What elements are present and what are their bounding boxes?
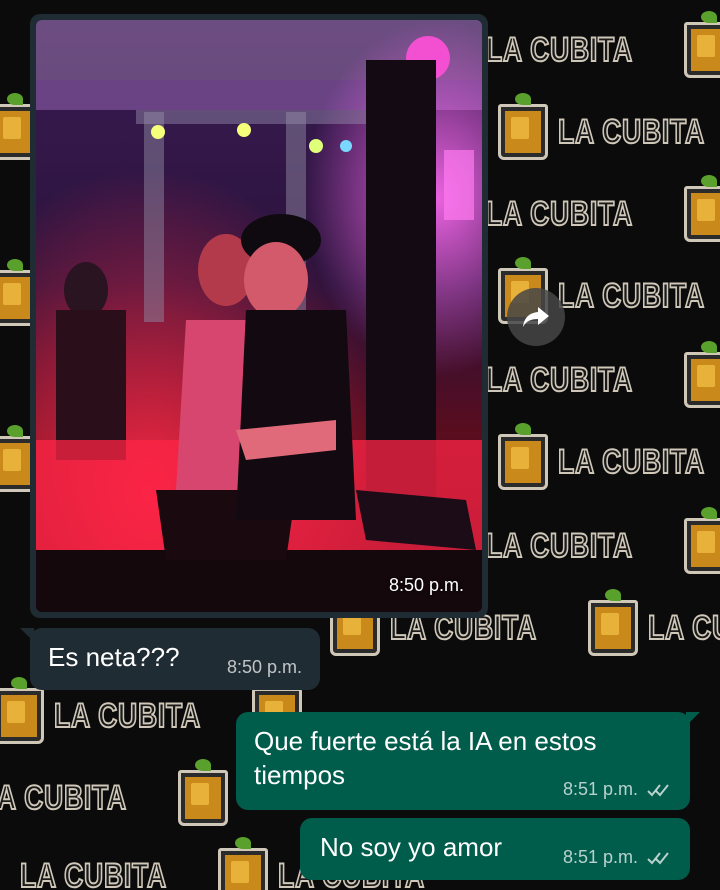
photo[interactable]: 8:50 p.m. [36, 20, 482, 612]
message-bubble-incoming[interactable]: Es neta??? 8:50 p.m. [20, 628, 320, 690]
glass-icon [588, 589, 639, 656]
wallpaper-logo: LA CUBITA [485, 175, 720, 242]
wallpaper-logo: LA CUBITA [498, 423, 720, 490]
message-time: 8:50 p.m. [226, 657, 302, 677]
bubble-tail [20, 628, 34, 642]
message-meta: 8:51 p.m. [563, 847, 672, 868]
glass-icon [0, 677, 44, 744]
club-photo [36, 20, 482, 612]
message-meta: 8:50 p.m. [227, 657, 302, 678]
message-text: No soy yo amor [320, 832, 503, 862]
message-time: 8:51 p.m. [562, 779, 638, 799]
bubble-tail [686, 712, 700, 726]
message-bubble-outgoing[interactable]: No soy yo amor 8:51 p.m. [300, 818, 690, 880]
glass-icon [498, 93, 548, 160]
wallpaper-logo: LA CUBITA [0, 759, 229, 826]
double-check-icon [647, 783, 669, 796]
glass-icon [498, 423, 548, 490]
double-check-icon [647, 851, 669, 864]
message-time: 8:51 p.m. [562, 847, 638, 867]
message-meta: 8:51 p.m. [563, 779, 672, 800]
message-text: Es neta??? [48, 642, 180, 672]
forward-arrow-icon [523, 307, 549, 327]
wallpaper-logo: LA CUBITA [485, 11, 720, 78]
image-timestamp: 8:50 p.m. [388, 575, 464, 595]
glass-icon [684, 507, 720, 574]
wallpaper-logo: LA CUBITA [485, 507, 720, 574]
image-message[interactable]: 8:50 p.m. [30, 14, 488, 618]
message-bubble-outgoing[interactable]: Que fuerte está la IA en estos tiempos 8… [236, 712, 700, 810]
chat-screen: LA CUBITA LA CUBITA LA CUBITA LA CUBITA … [0, 0, 720, 890]
glass-icon [684, 341, 720, 408]
wallpaper-logo: LA CUBITA [485, 341, 720, 408]
forward-button[interactable] [507, 288, 565, 346]
glass-icon [178, 759, 229, 826]
wallpaper-logo: LA CUBITA [498, 93, 720, 160]
glass-icon [684, 11, 720, 78]
glass-icon [218, 837, 269, 890]
glass-icon [684, 175, 720, 242]
